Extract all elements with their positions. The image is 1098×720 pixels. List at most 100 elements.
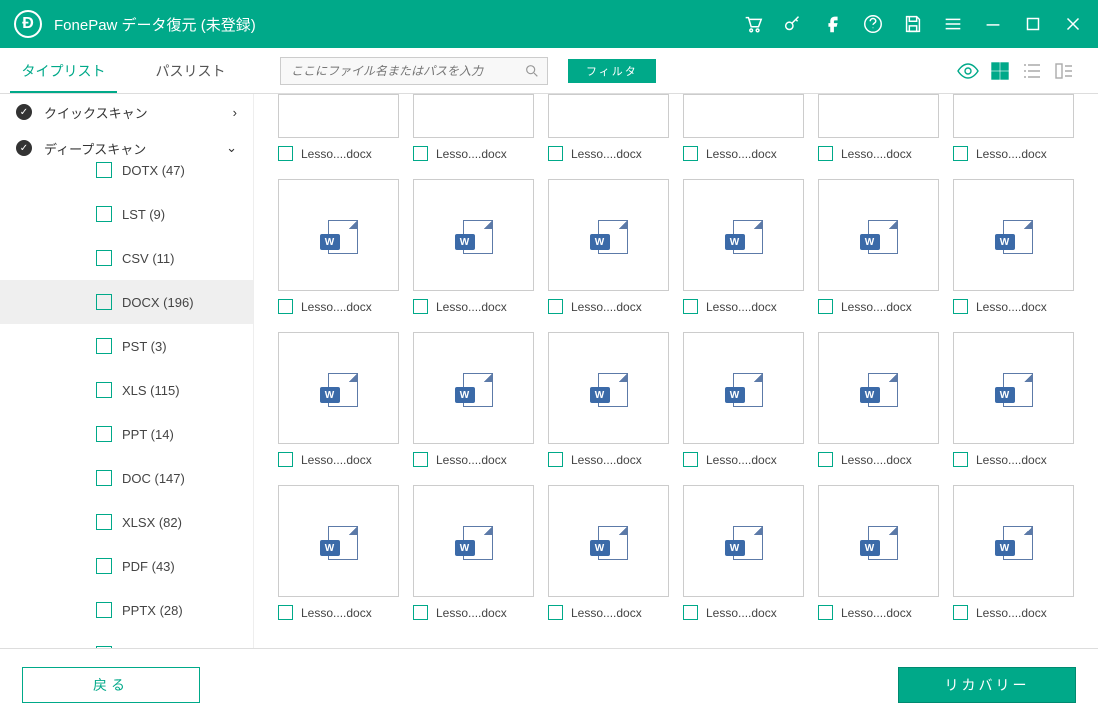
checkbox[interactable]: [278, 146, 293, 161]
checkbox[interactable]: [953, 299, 968, 314]
checkbox[interactable]: [818, 452, 833, 467]
detail-view-icon[interactable]: [1052, 61, 1076, 81]
file-card[interactable]: WLesso....docx: [683, 485, 804, 632]
close-icon[interactable]: [1062, 13, 1084, 35]
checkbox[interactable]: [96, 338, 112, 354]
checkbox[interactable]: [818, 299, 833, 314]
checkbox[interactable]: [96, 558, 112, 574]
back-button[interactable]: 戻る: [22, 667, 200, 703]
checkbox[interactable]: [683, 299, 698, 314]
quick-scan-group[interactable]: ✓ クイックスキャン ›: [0, 94, 253, 130]
checkbox[interactable]: [953, 452, 968, 467]
checkbox[interactable]: [96, 162, 112, 178]
minimize-icon[interactable]: [982, 13, 1004, 35]
file-card[interactable]: WLesso....docx: [413, 485, 534, 632]
checkbox[interactable]: [96, 426, 112, 442]
file-card[interactable]: WLesso....docx: [683, 179, 804, 326]
sidebar-type-item[interactable]: WPS (1): [0, 632, 253, 648]
sidebar-type-item[interactable]: XLSX (82): [0, 500, 253, 544]
file-name: Lesso....docx: [976, 147, 1047, 161]
checkbox[interactable]: [683, 452, 698, 467]
word-doc-icon: W: [725, 369, 763, 407]
sidebar-type-item[interactable]: PPT (14): [0, 412, 253, 456]
checkbox[interactable]: [96, 206, 112, 222]
checkbox[interactable]: [413, 299, 428, 314]
file-thumbnail: W: [683, 179, 804, 291]
file-card[interactable]: WLesso....docx: [548, 332, 669, 479]
sidebar-type-item[interactable]: PST (3): [0, 324, 253, 368]
checkbox[interactable]: [818, 146, 833, 161]
file-label-row: Lesso....docx: [818, 444, 939, 479]
checkbox[interactable]: [548, 146, 563, 161]
file-card[interactable]: WLesso....docx: [413, 179, 534, 326]
checkbox[interactable]: [413, 146, 428, 161]
filter-button[interactable]: フィルタ: [568, 59, 656, 83]
checkbox[interactable]: [96, 514, 112, 530]
file-card[interactable]: Lesso....docx: [818, 94, 939, 173]
file-card[interactable]: WLesso....docx: [953, 485, 1074, 632]
sidebar-type-item[interactable]: PDF (43): [0, 544, 253, 588]
sidebar-type-item[interactable]: XLS (115): [0, 368, 253, 412]
sidebar-type-item[interactable]: CSV (11): [0, 236, 253, 280]
file-card[interactable]: WLesso....docx: [818, 485, 939, 632]
sidebar-type-item[interactable]: DOCX (196): [0, 280, 253, 324]
checkbox[interactable]: [683, 146, 698, 161]
file-card[interactable]: Lesso....docx: [683, 94, 804, 173]
file-card[interactable]: WLesso....docx: [548, 485, 669, 632]
search-input[interactable]: [280, 57, 548, 85]
checkbox[interactable]: [548, 452, 563, 467]
sidebar-type-item[interactable]: PPTX (28): [0, 588, 253, 632]
checkbox[interactable]: [96, 294, 112, 310]
checkbox[interactable]: [96, 602, 112, 618]
file-card[interactable]: WLesso....docx: [818, 179, 939, 326]
preview-icon[interactable]: [956, 61, 980, 81]
file-card[interactable]: Lesso....docx: [953, 94, 1074, 173]
maximize-icon[interactable]: [1022, 13, 1044, 35]
checkbox[interactable]: [96, 250, 112, 266]
tab-path-list[interactable]: パスリスト: [127, 48, 254, 93]
checkbox[interactable]: [548, 299, 563, 314]
cart-icon[interactable]: [742, 13, 764, 35]
checkbox[interactable]: [683, 605, 698, 620]
recover-button[interactable]: リカバリー: [898, 667, 1076, 703]
file-name: Lesso....docx: [436, 147, 507, 161]
sidebar-type-item[interactable]: DOC (147): [0, 456, 253, 500]
file-card[interactable]: Lesso....docx: [548, 94, 669, 173]
search-icon[interactable]: [524, 63, 540, 79]
sidebar-type-item[interactable]: LST (9): [0, 192, 253, 236]
file-card[interactable]: WLesso....docx: [683, 332, 804, 479]
file-card[interactable]: WLesso....docx: [548, 179, 669, 326]
key-icon[interactable]: [782, 13, 804, 35]
file-card[interactable]: Lesso....docx: [413, 94, 534, 173]
file-card[interactable]: Lesso....docx: [278, 94, 399, 173]
checkbox[interactable]: [278, 605, 293, 620]
checkbox[interactable]: [96, 470, 112, 486]
grid-view-icon[interactable]: [988, 61, 1012, 81]
checkbox[interactable]: [413, 605, 428, 620]
file-card[interactable]: WLesso....docx: [953, 179, 1074, 326]
save-icon[interactable]: [902, 13, 924, 35]
file-grid-area: Lesso....docxLesso....docxLesso....docxL…: [254, 94, 1098, 648]
help-icon[interactable]: [862, 13, 884, 35]
checkbox[interactable]: [96, 382, 112, 398]
checkbox[interactable]: [953, 146, 968, 161]
checkbox[interactable]: [96, 646, 112, 648]
file-card[interactable]: WLesso....docx: [278, 485, 399, 632]
list-view-icon[interactable]: [1020, 61, 1044, 81]
checkbox[interactable]: [818, 605, 833, 620]
file-label-row: Lesso....docx: [953, 291, 1074, 326]
file-card[interactable]: WLesso....docx: [278, 332, 399, 479]
facebook-icon[interactable]: [822, 13, 844, 35]
menu-icon[interactable]: [942, 13, 964, 35]
file-card[interactable]: WLesso....docx: [413, 332, 534, 479]
file-name: Lesso....docx: [301, 300, 372, 314]
file-card[interactable]: WLesso....docx: [953, 332, 1074, 479]
file-card[interactable]: WLesso....docx: [818, 332, 939, 479]
file-card[interactable]: WLesso....docx: [278, 179, 399, 326]
checkbox[interactable]: [548, 605, 563, 620]
checkbox[interactable]: [278, 452, 293, 467]
checkbox[interactable]: [413, 452, 428, 467]
checkbox[interactable]: [278, 299, 293, 314]
tab-type-list[interactable]: タイプリスト: [0, 48, 127, 93]
checkbox[interactable]: [953, 605, 968, 620]
